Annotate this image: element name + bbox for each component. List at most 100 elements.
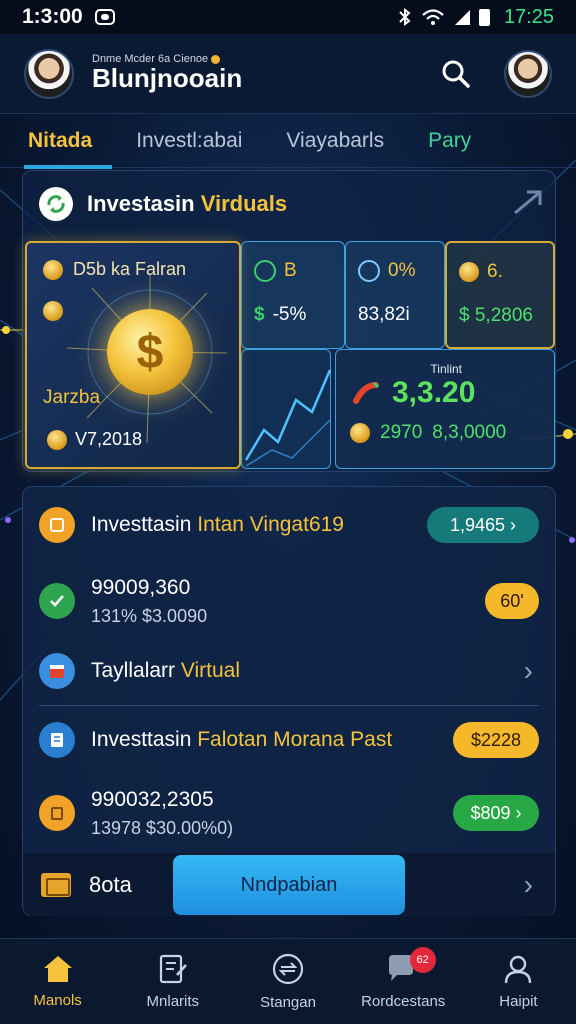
coin-stack-icon — [47, 429, 67, 450]
coin-stack-icon — [350, 423, 370, 443]
featured-tile-top-label: D5b ka Falran — [73, 259, 187, 279]
list-item-title: Tayllalarr Virtual — [91, 659, 240, 683]
home-icon — [43, 956, 72, 982]
chili-icon — [353, 381, 380, 404]
bottom-nav: Manols Mnlarits Stangan 62 Rordcestans H… — [0, 938, 576, 1024]
stat-tile-c[interactable]: 0% 83,82i — [345, 241, 445, 349]
user-avatar[interactable] — [504, 49, 552, 98]
list-item-sub-value: 13978 $30.00%0) — [91, 817, 234, 838]
nav-item-messages[interactable]: 62 Rordcestans — [346, 939, 461, 1024]
tab-pary[interactable]: Pary — [428, 114, 471, 168]
value-tile-sub: 2970 8,3,0000 — [350, 422, 506, 444]
list-item-main-value: 99009,360 — [91, 575, 191, 599]
featured-tile-value: V7,2018 — [75, 429, 143, 449]
exchange-icon — [272, 953, 304, 985]
list-item-title-white: Tayllalarr — [91, 659, 176, 682]
chevron-right-icon[interactable]: › — [524, 655, 533, 687]
list-item-title-white: Investtasin — [91, 728, 192, 751]
notification-badge: 62 — [409, 947, 436, 973]
featured-coin-tile[interactable]: D5b ka Falran $ Jarzba V7,2018 — [25, 241, 241, 469]
stat-tile-c-top-value: 0% — [388, 260, 416, 281]
nav-label: Stangan — [260, 994, 316, 1011]
stat-tile-b-bottom: $ -5% — [254, 304, 306, 326]
dollar-icon: $ — [254, 304, 265, 325]
value-pill[interactable]: $809 › — [453, 795, 539, 831]
value-pill[interactable]: $2228 — [453, 722, 539, 758]
document-icon — [39, 722, 75, 758]
stat-tile-d-bottom-value: $ 5,2806 — [459, 305, 533, 326]
chevron-right-icon[interactable]: › — [524, 869, 533, 901]
list-item[interactable]: 99009,360 131% $3.0090 60' — [23, 573, 557, 629]
value-pill-text: $2228 — [470, 729, 522, 750]
status-icons: 17:25 — [397, 6, 554, 29]
app-header: Dnme Mcder 6a Cienoe Blunjnooain — [0, 34, 576, 114]
stat-tile-d-top: 6. — [459, 261, 503, 283]
nav-label: Mnlarits — [146, 993, 200, 1010]
search-icon — [442, 60, 470, 88]
list-item-main-value: 990032,2305 — [91, 787, 214, 811]
recycle-icon — [39, 187, 73, 221]
tab-investlabai[interactable]: Investl:abai — [136, 114, 242, 168]
savings-box-icon — [39, 795, 75, 831]
wifi-icon — [422, 9, 444, 25]
investment-list: Investtasin Intan Vingat619 1,9465 › 990… — [22, 486, 556, 916]
value-pill-text: 60' — [500, 590, 524, 611]
coin-icon — [43, 259, 63, 280]
value-pill-text: 1,9465 — [449, 514, 506, 535]
hero-title: Investasin Virduals — [87, 191, 287, 217]
search-button[interactable] — [436, 54, 476, 94]
value-tile[interactable]: Tinlint 3,3.20 2970 8,3,0000 — [335, 349, 555, 469]
value-pill[interactable]: 1,9465 › — [427, 507, 539, 543]
value-tile-main: 3,3.20 — [352, 376, 475, 410]
stat-tile-b-bottom-value: -5% — [272, 304, 307, 325]
featured-tile-header: D5b ka Falran — [43, 259, 186, 280]
value-tile-label: Tinlint — [430, 362, 462, 376]
signal-icon — [454, 10, 470, 25]
profile-avatar[interactable] — [24, 48, 74, 99]
status-time: 1:3:00 — [22, 5, 83, 28]
nav-item-exchange[interactable]: Stangan — [230, 939, 345, 1024]
stat-tile-c-bottom-value: 83,82i — [358, 304, 410, 325]
value-tile-amount: 3,3.20 — [392, 376, 476, 409]
bottom-action-label: 8ota — [89, 871, 132, 897]
list-item-title-gold: Falotan Morana Past — [197, 728, 393, 751]
value-tile-sub-b: 8,3,0000 — [432, 422, 507, 443]
brand-title: Blunjnooain — [92, 63, 243, 93]
featured-tile-value-row: V7,2018 — [47, 429, 142, 450]
list-item[interactable]: Investtasin Intan Vingat619 1,9465 › — [23, 505, 557, 545]
list-item[interactable]: Investtasin Falotan Morana Past $2228 — [23, 719, 557, 761]
dollar-coin-icon: $ — [107, 309, 193, 395]
list-item[interactable]: Tayllalarr Virtual › — [23, 649, 557, 693]
stat-tile-d-top-value: 6. — [487, 261, 503, 282]
nav-label: Rordcestans — [361, 993, 446, 1010]
value-pill[interactable]: 60' — [485, 583, 539, 619]
stat-tile-b-top: B — [254, 260, 297, 282]
tab-nitada[interactable]: Nitada — [23, 114, 113, 169]
primary-action-button[interactable]: Nndpabian — [173, 855, 405, 915]
list-item[interactable]: 990032,2305 13978 $30.00%0) $809 › — [23, 785, 557, 841]
value-tile-sub-a: 2970 — [380, 422, 423, 443]
tab-viayabarls[interactable]: Viayabarls — [286, 114, 384, 168]
nav-label: Haipit — [499, 993, 538, 1010]
nav-item-reports[interactable]: Mnlarits — [115, 939, 230, 1024]
list-item-sub-value: 131% $3.0090 — [91, 605, 208, 626]
trend-arrow-icon[interactable] — [513, 189, 543, 215]
list-item-values: 99009,360 131% $3.0090 — [91, 576, 207, 627]
nav-item-profile[interactable]: Haipit — [461, 939, 576, 1024]
stat-tile-b[interactable]: B $ -5% — [241, 241, 345, 349]
list-item-values: 990032,2305 13978 $30.00%0) — [91, 788, 233, 839]
trend-line-graphic — [244, 369, 332, 467]
brand: Dnme Mcder 6a Cienoe Blunjnooain — [92, 53, 242, 94]
divider — [39, 705, 539, 706]
wallet-icon — [39, 507, 75, 543]
person-icon — [505, 955, 532, 984]
list-item-title-gold: Virtual — [180, 659, 241, 682]
notification-app-icon — [94, 9, 115, 25]
coin-icon — [459, 262, 479, 282]
featured-tile-label: Jarzba — [43, 387, 101, 408]
nav-item-home[interactable]: Manols — [0, 939, 115, 1024]
battery-icon — [478, 8, 490, 26]
hero-card: Investasin Virduals D5b ka Falran $ Jarz… — [22, 170, 556, 472]
hero-title-white: Investasin — [87, 191, 195, 216]
stat-tile-d[interactable]: 6. $ 5,2806 — [445, 241, 555, 349]
